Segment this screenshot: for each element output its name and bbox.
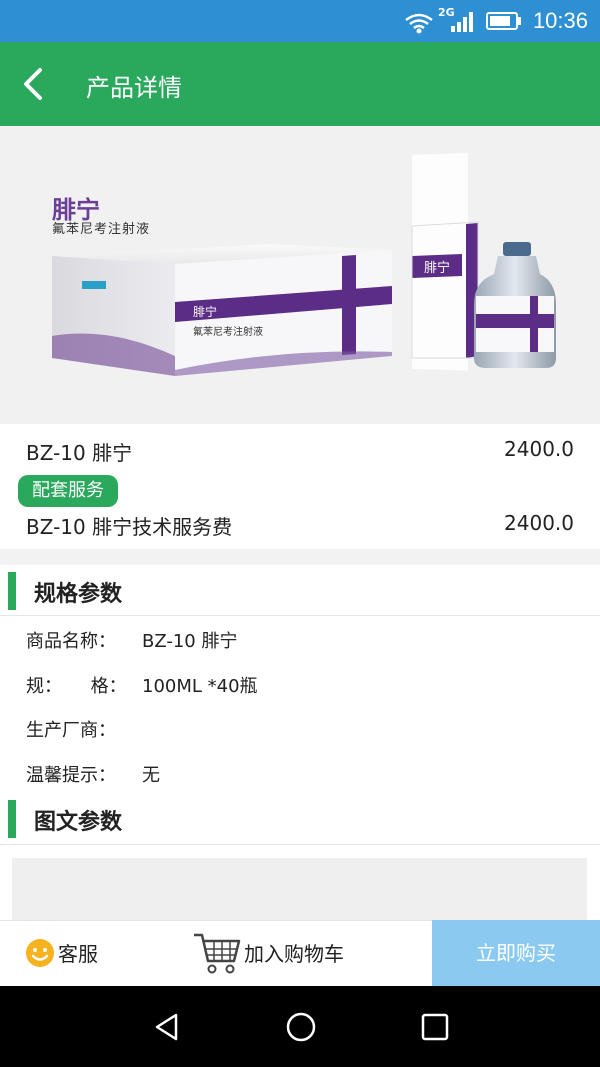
spec-row: 商品名称： BZ-10 腓宁 [0,617,600,661]
service-price: 2400.0 [504,511,574,535]
box-subtitle: 氟苯尼考注射液 [193,327,263,338]
spec-key: 规： 格： [26,676,127,697]
box-name: 腓宁 [193,305,218,319]
add-to-cart-button[interactable]: 加入购物车 [192,921,392,987]
spec-value: 无 [142,765,160,786]
buy-now-button[interactable]: 立即购买 [432,920,600,986]
home-circle-icon[interactable] [285,1011,317,1043]
system-nav-bar [0,986,600,1067]
graphic-content [12,858,587,920]
product-image[interactable]: 腓宁 氟苯尼考注射液 腓宁 氟苯尼考注射液 腓宁 [0,126,600,424]
product-price: 2400.0 [504,437,574,461]
app-header: 产品详情 [0,42,600,126]
heading-accent [8,572,16,610]
brand-subtitle: 氟苯尼考注射液 [52,222,151,237]
product-row: BZ-10 腓宁 2400.0 [0,429,600,471]
spec-row: 温馨提示： 无 [0,751,600,795]
back-triangle-icon[interactable] [152,1012,182,1042]
graphic-heading: 图文参数 [0,794,600,844]
battery-icon [486,12,521,30]
spec-key: 温馨提示： [26,765,116,786]
shopping-cart-icon [194,933,241,974]
product-name: BZ-10 腓宁 [26,441,133,465]
spec-key: 生产厂商： [26,720,116,741]
small-box-name: 腓宁 [424,261,451,276]
recents-square-icon[interactable] [420,1012,450,1042]
back-arrow-icon[interactable] [18,66,54,102]
spec-key: 商品名称： [26,631,116,652]
spec-row: 规： 格： 100ML *40瓶 [0,662,600,706]
specs-title: 规格参数 [34,582,123,607]
divider [0,844,600,845]
service-row: BZ-10 腓宁技术服务费 2400.0 [0,503,600,545]
spec-value: 100ML *40瓶 [142,676,258,697]
heading-accent [8,800,16,838]
spec-value: BZ-10 腓宁 [142,631,238,652]
wifi-icon [405,13,433,34]
add-to-cart-label: 加入购物车 [244,942,344,966]
clock: 10:36 [532,8,588,33]
service-name: BZ-10 腓宁技术服务费 [26,515,233,539]
spec-row: 生产厂商： [0,706,600,750]
customer-service-label: 客服 [58,942,98,966]
page-title: 产品详情 [86,74,182,102]
signal-icon [451,12,473,32]
divider [0,615,600,616]
specs-heading: 规格参数 [0,566,600,616]
product-illustration [52,153,556,376]
graphic-title: 图文参数 [34,810,123,835]
smiley-icon [26,939,54,967]
section-divider [0,549,600,565]
status-bar: 2G 10:36 [0,0,600,42]
